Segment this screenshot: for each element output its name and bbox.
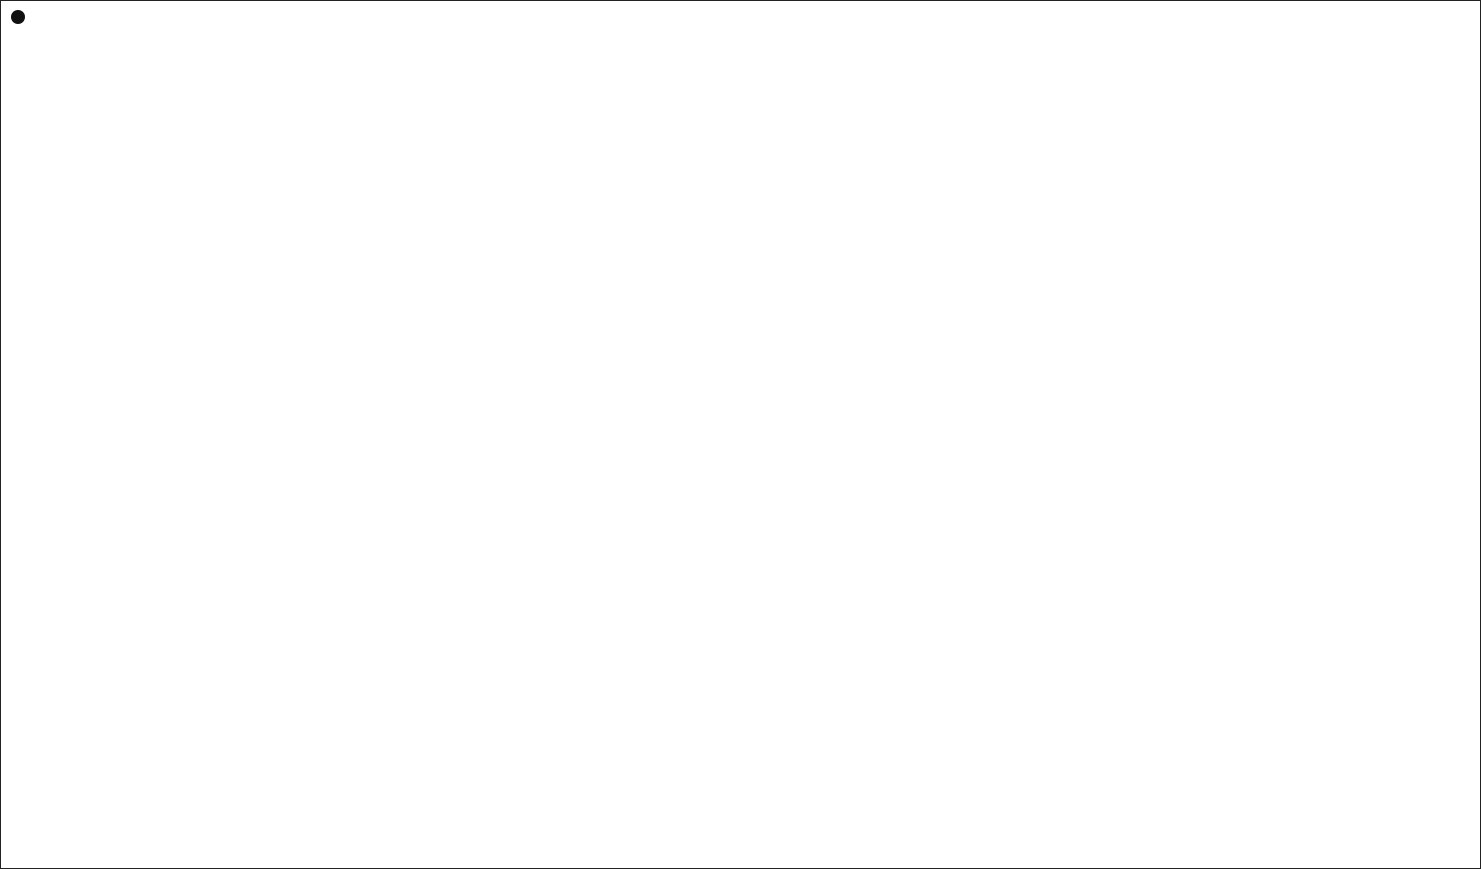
window-titlebar — [1, 1, 1480, 32]
app-icon — [11, 9, 25, 24]
minimize-hit — [1389, 1, 1435, 32]
